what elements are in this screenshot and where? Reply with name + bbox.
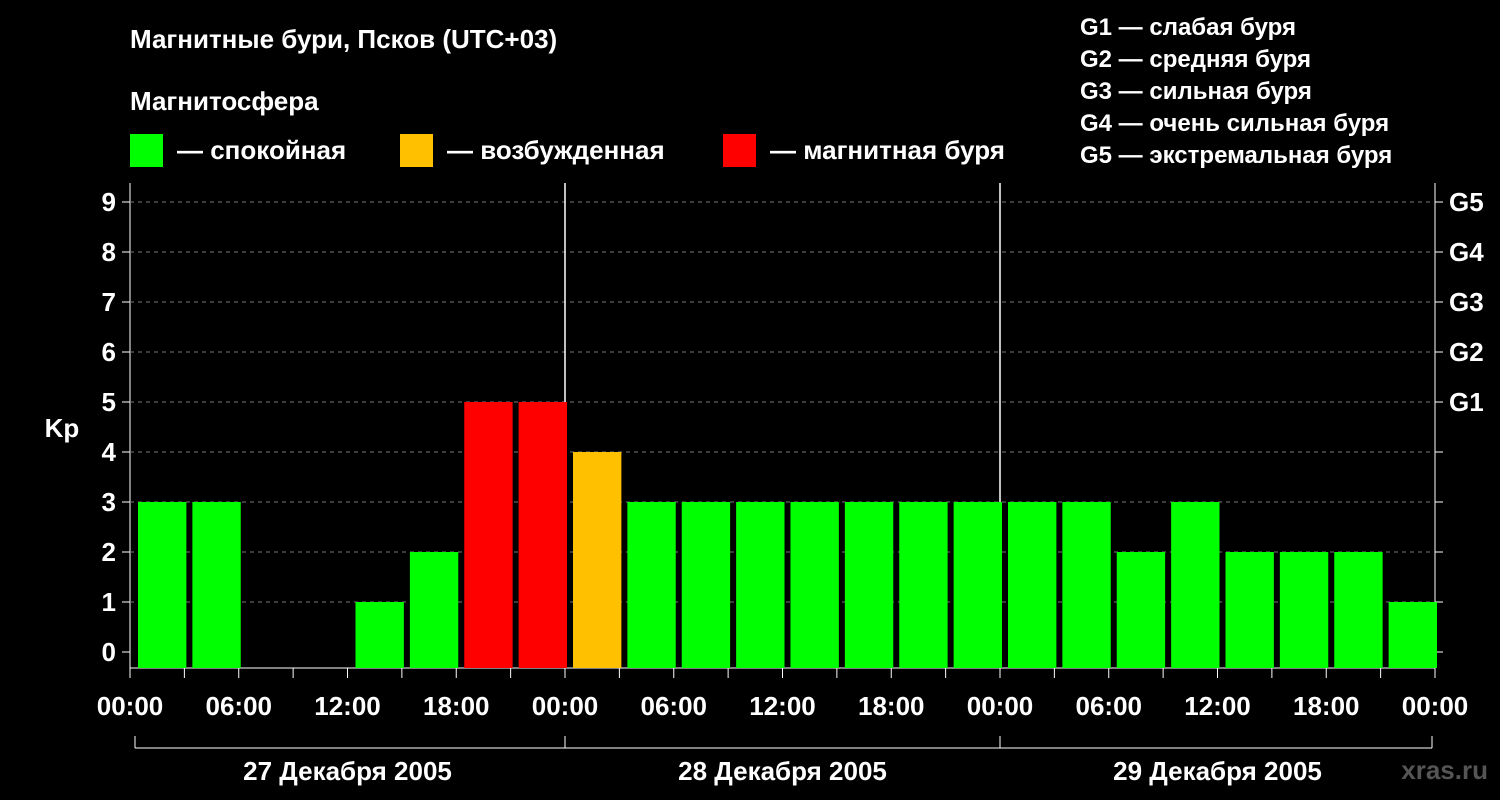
bar bbox=[790, 502, 839, 668]
day-label: 28 Декабря 2005 bbox=[678, 756, 887, 786]
y-tick-label: 2 bbox=[102, 537, 116, 567]
x-tick-label: 06:00 bbox=[206, 691, 273, 721]
x-tick-label: 12:00 bbox=[1184, 691, 1251, 721]
bar bbox=[1334, 552, 1383, 668]
bar bbox=[1008, 502, 1057, 668]
y-tick-label: 9 bbox=[102, 187, 116, 217]
y-axis-label: Kp bbox=[45, 413, 80, 443]
y-tick-label: 7 bbox=[102, 287, 116, 317]
bar bbox=[627, 502, 676, 668]
x-tick-label: 00:00 bbox=[532, 691, 599, 721]
y-tick-label: 4 bbox=[102, 437, 117, 467]
bar bbox=[1279, 552, 1329, 668]
watermark: xras.ru bbox=[1401, 755, 1488, 785]
bar bbox=[518, 402, 567, 668]
g-tick-label: G4 bbox=[1449, 237, 1484, 267]
x-tick-label: 12:00 bbox=[749, 691, 816, 721]
bar bbox=[1171, 502, 1220, 668]
g-tick-label: G3 bbox=[1449, 287, 1484, 317]
bar bbox=[1116, 552, 1166, 668]
y-tick-label: 5 bbox=[102, 387, 116, 417]
x-tick-label: 18:00 bbox=[1293, 691, 1360, 721]
bar bbox=[736, 502, 785, 668]
day-label: 29 Декабря 2005 bbox=[1113, 756, 1322, 786]
y-tick-label: 8 bbox=[102, 237, 116, 267]
y-tick-label: 1 bbox=[102, 587, 116, 617]
x-tick-label: 12:00 bbox=[314, 691, 381, 721]
g-tick-label: G2 bbox=[1449, 337, 1484, 367]
x-tick-label: 00:00 bbox=[967, 691, 1034, 721]
bar bbox=[844, 502, 894, 668]
bar bbox=[192, 502, 241, 668]
bar bbox=[573, 452, 622, 668]
kp-chart: 0 1 2 3 4 5 6 7 8 9 G1 G2 G3 G4 G5 Kp 00:00 06:00 12:00 18:… bbox=[45, 183, 1484, 786]
bar bbox=[409, 552, 459, 668]
x-tick-label: 00:00 bbox=[97, 691, 164, 721]
x-tick-label: 06:00 bbox=[1076, 691, 1143, 721]
x-tick-label: 00:00 bbox=[1402, 691, 1469, 721]
bar bbox=[1062, 502, 1111, 668]
bar bbox=[138, 502, 187, 668]
bar bbox=[681, 502, 731, 668]
bar bbox=[953, 502, 1002, 668]
y-tick-label: 3 bbox=[102, 487, 116, 517]
g-tick-label: G5 bbox=[1449, 187, 1484, 217]
g-tick-label: G1 bbox=[1449, 387, 1484, 417]
bar bbox=[355, 602, 404, 668]
bar bbox=[899, 502, 948, 668]
bar bbox=[1225, 552, 1274, 668]
x-tick-label: 18:00 bbox=[423, 691, 490, 721]
bar bbox=[1388, 602, 1437, 668]
y-tick-label: 6 bbox=[102, 337, 116, 367]
bar bbox=[464, 402, 513, 668]
x-tick-label: 18:00 bbox=[858, 691, 925, 721]
day-label: 27 Декабря 2005 bbox=[243, 756, 452, 786]
y-tick-label: 0 bbox=[102, 637, 116, 667]
x-tick-label: 06:00 bbox=[641, 691, 708, 721]
